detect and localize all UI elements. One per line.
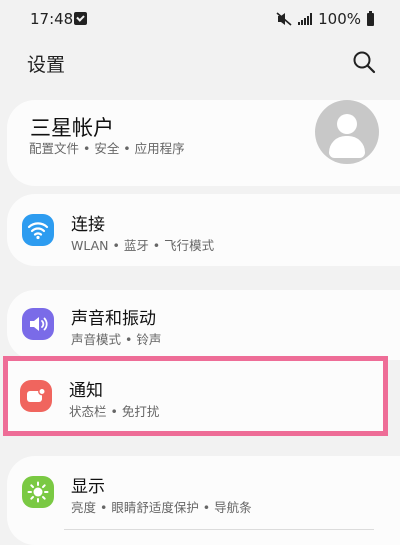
- status-right-group: 100%: [276, 10, 374, 28]
- search-icon[interactable]: [350, 48, 378, 76]
- avatar[interactable]: [315, 100, 379, 164]
- item-subtitle: WLAN • 蓝牙 • 飞行模式: [71, 238, 215, 253]
- brightness-icon: [22, 476, 54, 508]
- item-subtitle: 亮度 • 眼睛舒适度保护 • 导航条: [71, 500, 252, 515]
- settings-item-notifications[interactable]: 通知 状态栏 • 免打扰: [3, 356, 388, 436]
- settings-item-sound[interactable]: 声音和振动 声音模式 • 铃声: [7, 290, 400, 360]
- account-subtitle: 配置文件 • 安全 • 应用程序: [29, 141, 185, 156]
- item-title: 声音和振动: [71, 309, 156, 329]
- divider: [64, 529, 374, 530]
- settings-item-display[interactable]: 显示 亮度 • 眼睛舒适度保护 • 导航条: [7, 456, 400, 545]
- battery-icon: [367, 10, 374, 26]
- page-title: 设置: [27, 54, 66, 76]
- wifi-icon: [22, 214, 54, 246]
- speaker-icon: [22, 308, 54, 340]
- notification-check-icon: [74, 12, 87, 25]
- item-title: 通知: [69, 381, 103, 401]
- item-title: 显示: [71, 477, 105, 497]
- notification-icon: [20, 380, 52, 412]
- status-bar: 17:48 100%: [0, 0, 400, 36]
- battery-percent: 100%: [318, 10, 361, 28]
- item-title: 连接: [71, 215, 105, 235]
- mute-icon: [276, 12, 292, 26]
- item-subtitle: 声音模式 • 铃声: [71, 332, 162, 347]
- settings-item-connections[interactable]: 连接 WLAN • 蓝牙 • 飞行模式: [7, 194, 400, 266]
- signal-icon: [298, 13, 313, 25]
- item-subtitle: 状态栏 • 免打扰: [69, 404, 160, 419]
- account-card[interactable]: 三星帐户 配置文件 • 安全 • 应用程序: [7, 100, 400, 186]
- status-time: 17:48: [30, 10, 74, 28]
